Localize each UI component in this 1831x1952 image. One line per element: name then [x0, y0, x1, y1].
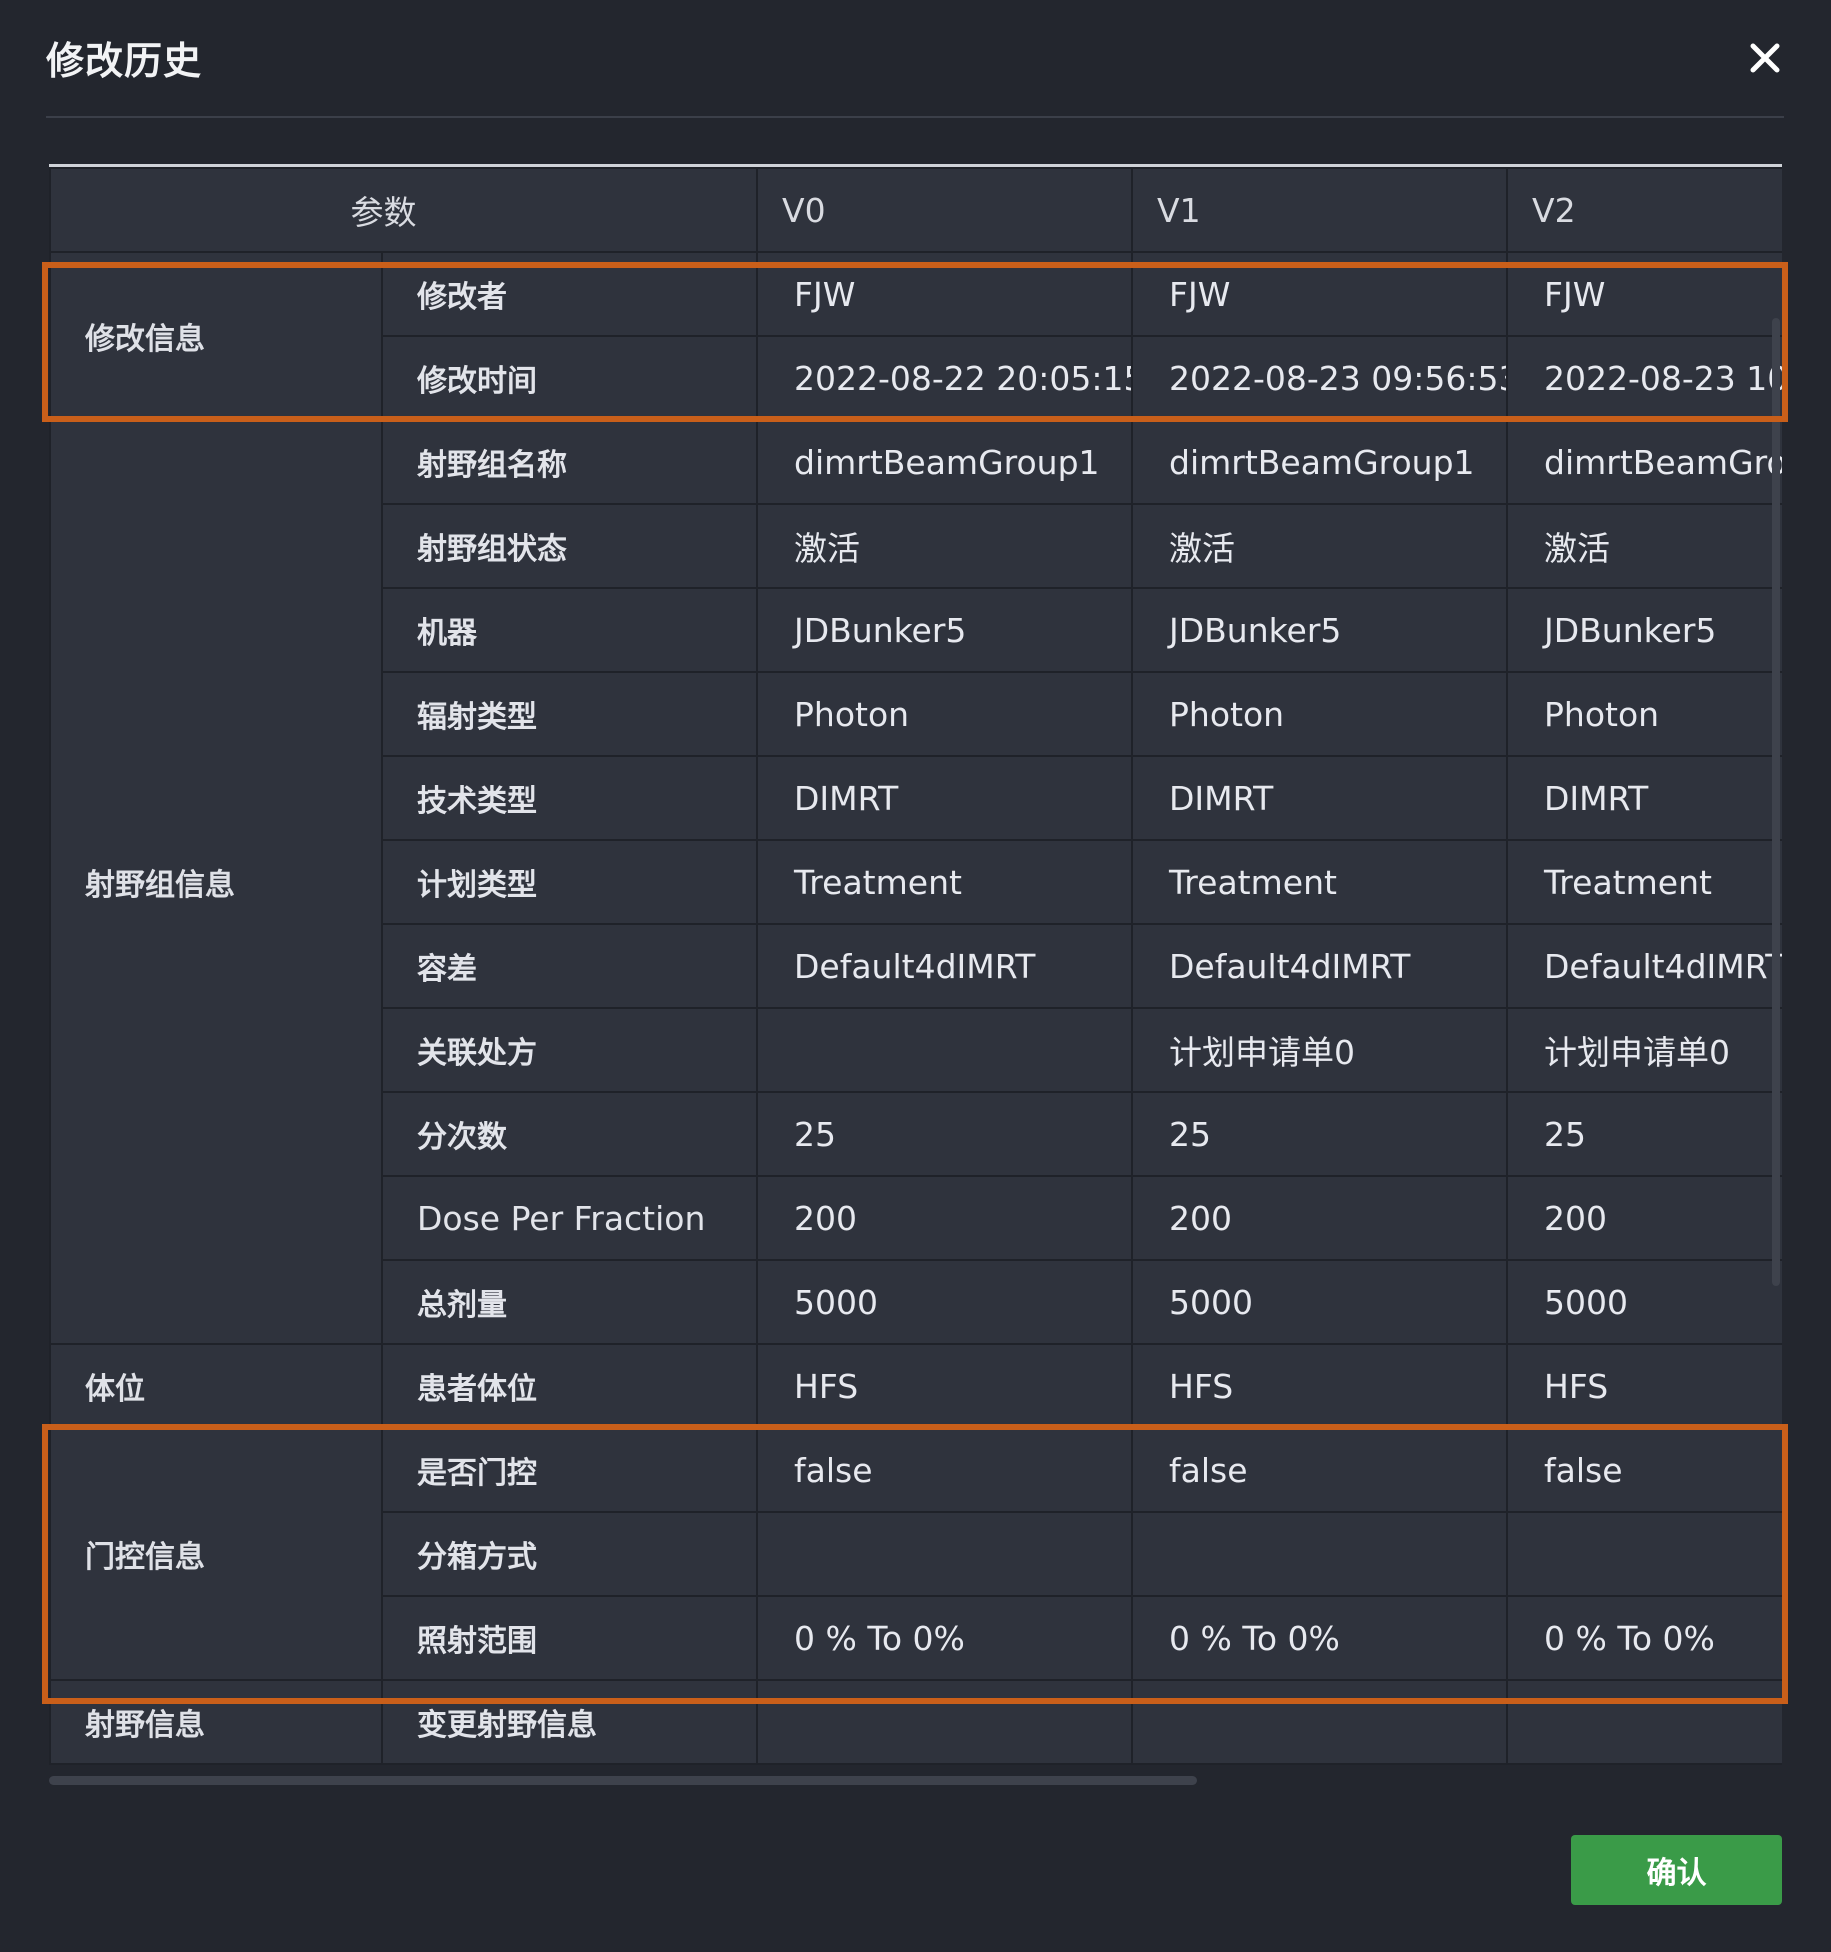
value-cell: 25: [756, 1091, 1133, 1177]
value-cell: [1506, 1511, 1782, 1597]
header-v0: V0: [756, 167, 1133, 253]
value-cell: dimrtBeamGroup1: [756, 419, 1133, 505]
value-cell: 200: [1131, 1175, 1508, 1261]
param-cell: 总剂量: [381, 1259, 758, 1345]
value-cell: Photon: [756, 671, 1133, 757]
history-table-container[interactable]: 参数 V0 V1 V2 修改信息 修改者 FJW FJW FJW 修改时间 20…: [49, 164, 1782, 1789]
value-cell: Treatment: [1506, 839, 1782, 925]
group-position: 体位: [49, 1343, 383, 1429]
value-cell: HFS: [1506, 1343, 1782, 1429]
value-cell: Photon: [1131, 671, 1508, 757]
value-cell: 计划申请单0: [1506, 1007, 1782, 1093]
table-row: 门控信息 是否门控 false false false: [49, 1427, 1782, 1681]
param-cell: 容差: [381, 923, 758, 1009]
param-cell: 是否门控: [381, 1427, 758, 1513]
group-beam-group-info: 射野组信息: [49, 419, 383, 1345]
header-v2: V2: [1506, 167, 1782, 253]
value-cell: 200: [756, 1175, 1133, 1261]
table-row: 射野组信息 射野组名称 dimrtBeamGroup1 dimrtBeamGro…: [49, 419, 1782, 1345]
value-cell: Default4dIMRT: [1131, 923, 1508, 1009]
table-row: 体位 患者体位 HFS HFS HFS: [49, 1343, 1782, 1429]
value-cell: 5000: [1131, 1259, 1508, 1345]
value-cell: [756, 1511, 1133, 1597]
value-cell: 计划申请单0: [1131, 1007, 1508, 1093]
value-cell: FJW: [756, 251, 1133, 337]
close-button[interactable]: [1743, 36, 1787, 80]
value-cell: 激活: [1131, 503, 1508, 589]
value-cell: [1131, 1511, 1508, 1597]
value-cell: 5000: [1506, 1259, 1782, 1345]
param-cell: 辐射类型: [381, 671, 758, 757]
value-cell: HFS: [1131, 1343, 1508, 1429]
value-cell: DIMRT: [756, 755, 1133, 841]
close-icon: [1750, 43, 1780, 73]
value-cell: [756, 1679, 1133, 1765]
table-row: 修改信息 修改者 FJW FJW FJW: [49, 251, 1782, 421]
history-table: 参数 V0 V1 V2 修改信息 修改者 FJW FJW FJW 修改时间 20…: [49, 167, 1782, 1765]
table-row: 射野信息 变更射野信息: [49, 1679, 1782, 1765]
param-cell: 射野组状态: [381, 503, 758, 589]
param-cell: 患者体位: [381, 1343, 758, 1429]
dialog-title: 修改历史: [46, 39, 203, 83]
param-cell: 分次数: [381, 1091, 758, 1177]
group-modify-info: 修改信息: [49, 251, 383, 421]
value-cell: JDBunker5: [1506, 587, 1782, 673]
modify-history-dialog: 修改历史 参数 V0 V1 V2 修改信息 修改者 FJW FJW FJW 修改…: [0, 0, 1831, 1952]
value-cell: [756, 1007, 1133, 1093]
value-cell: false: [1131, 1427, 1508, 1513]
value-cell: [1131, 1679, 1508, 1765]
horizontal-scrollbar[interactable]: [49, 1776, 1197, 1785]
param-cell: 修改者: [381, 251, 758, 337]
header-param: 参数: [49, 167, 758, 253]
value-cell: Photon: [1506, 671, 1782, 757]
table-header-row: 参数 V0 V1 V2: [49, 167, 1782, 253]
param-cell: 变更射野信息: [381, 1679, 758, 1765]
param-cell: 技术类型: [381, 755, 758, 841]
value-cell: 激活: [756, 503, 1133, 589]
value-cell: Default4dIMRT: [1506, 923, 1782, 1009]
value-cell: false: [756, 1427, 1133, 1513]
param-cell: 关联处方: [381, 1007, 758, 1093]
value-cell: 2022-08-23 09:56:53: [1131, 335, 1508, 421]
value-cell: dimrtBeamGroup1: [1131, 419, 1508, 505]
value-cell: 5000: [756, 1259, 1133, 1345]
value-cell: HFS: [756, 1343, 1133, 1429]
confirm-button[interactable]: 确认: [1571, 1835, 1782, 1905]
value-cell: JDBunker5: [1131, 587, 1508, 673]
value-cell: 2022-08-22 20:05:15: [756, 335, 1133, 421]
group-beam-info: 射野信息: [49, 1679, 383, 1765]
value-cell: 25: [1506, 1091, 1782, 1177]
header-v1: V1: [1131, 167, 1508, 253]
value-cell: Default4dIMRT: [756, 923, 1133, 1009]
value-cell: JDBunker5: [756, 587, 1133, 673]
value-cell: 0 % To 0%: [756, 1595, 1133, 1681]
value-cell: Treatment: [1131, 839, 1508, 925]
value-cell: 0 % To 0%: [1506, 1595, 1782, 1681]
title-divider: [46, 116, 1784, 118]
value-cell: DIMRT: [1506, 755, 1782, 841]
value-cell: 激活: [1506, 503, 1782, 589]
value-cell: dimrtBeamGro: [1506, 419, 1782, 505]
value-cell: 2022-08-23 10: [1506, 335, 1782, 421]
value-cell: 0 % To 0%: [1131, 1595, 1508, 1681]
value-cell: 200: [1506, 1175, 1782, 1261]
param-cell: 分箱方式: [381, 1511, 758, 1597]
param-cell: 射野组名称: [381, 419, 758, 505]
param-cell: 照射范围: [381, 1595, 758, 1681]
param-cell: 修改时间: [381, 335, 758, 421]
value-cell: FJW: [1131, 251, 1508, 337]
value-cell: DIMRT: [1131, 755, 1508, 841]
vertical-scrollbar[interactable]: [1772, 318, 1780, 1286]
param-cell: Dose Per Fraction: [381, 1175, 758, 1261]
param-cell: 机器: [381, 587, 758, 673]
value-cell: Treatment: [756, 839, 1133, 925]
value-cell: [1506, 1679, 1782, 1765]
group-gating-info: 门控信息: [49, 1427, 383, 1681]
value-cell: FJW: [1506, 251, 1782, 337]
value-cell: false: [1506, 1427, 1782, 1513]
param-cell: 计划类型: [381, 839, 758, 925]
value-cell: 25: [1131, 1091, 1508, 1177]
